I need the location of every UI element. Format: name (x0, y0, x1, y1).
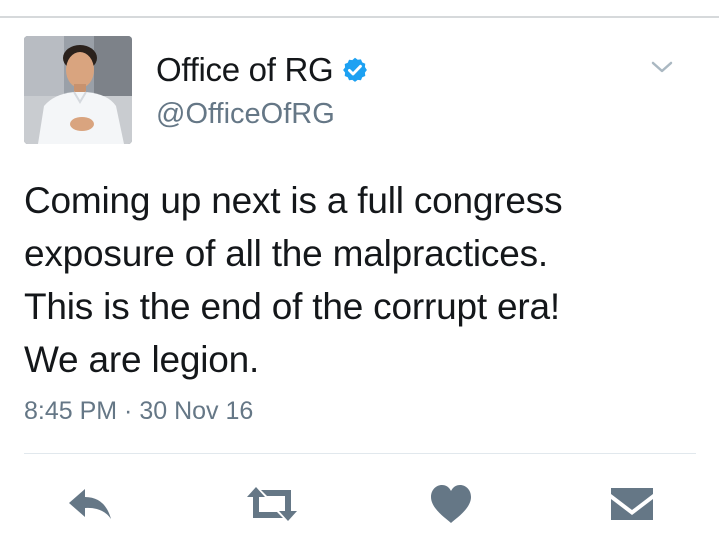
verified-badge-icon (341, 56, 369, 84)
author-name-row[interactable]: Office of RG (156, 50, 369, 90)
reply-icon (69, 489, 111, 519)
reply-button[interactable] (66, 482, 114, 526)
direct-message-button[interactable] (608, 482, 656, 526)
like-button[interactable] (428, 482, 474, 526)
user-handle[interactable]: @OfficeOfRG (156, 98, 335, 131)
tweet-timestamp[interactable]: 8:45 PM · 30 Nov 16 (24, 397, 253, 426)
display-name[interactable]: Office of RG (156, 51, 334, 89)
envelope-icon (611, 488, 653, 520)
tweet-text: Coming up next is a full congress exposu… (24, 180, 563, 380)
actions-divider (24, 453, 696, 454)
retweet-icon (247, 487, 297, 521)
retweet-button[interactable] (244, 482, 300, 526)
avatar[interactable] (24, 36, 132, 144)
heart-icon (431, 485, 471, 523)
chevron-down-icon[interactable] (648, 56, 676, 78)
top-divider (0, 0, 719, 18)
avatar-photo (24, 36, 132, 144)
